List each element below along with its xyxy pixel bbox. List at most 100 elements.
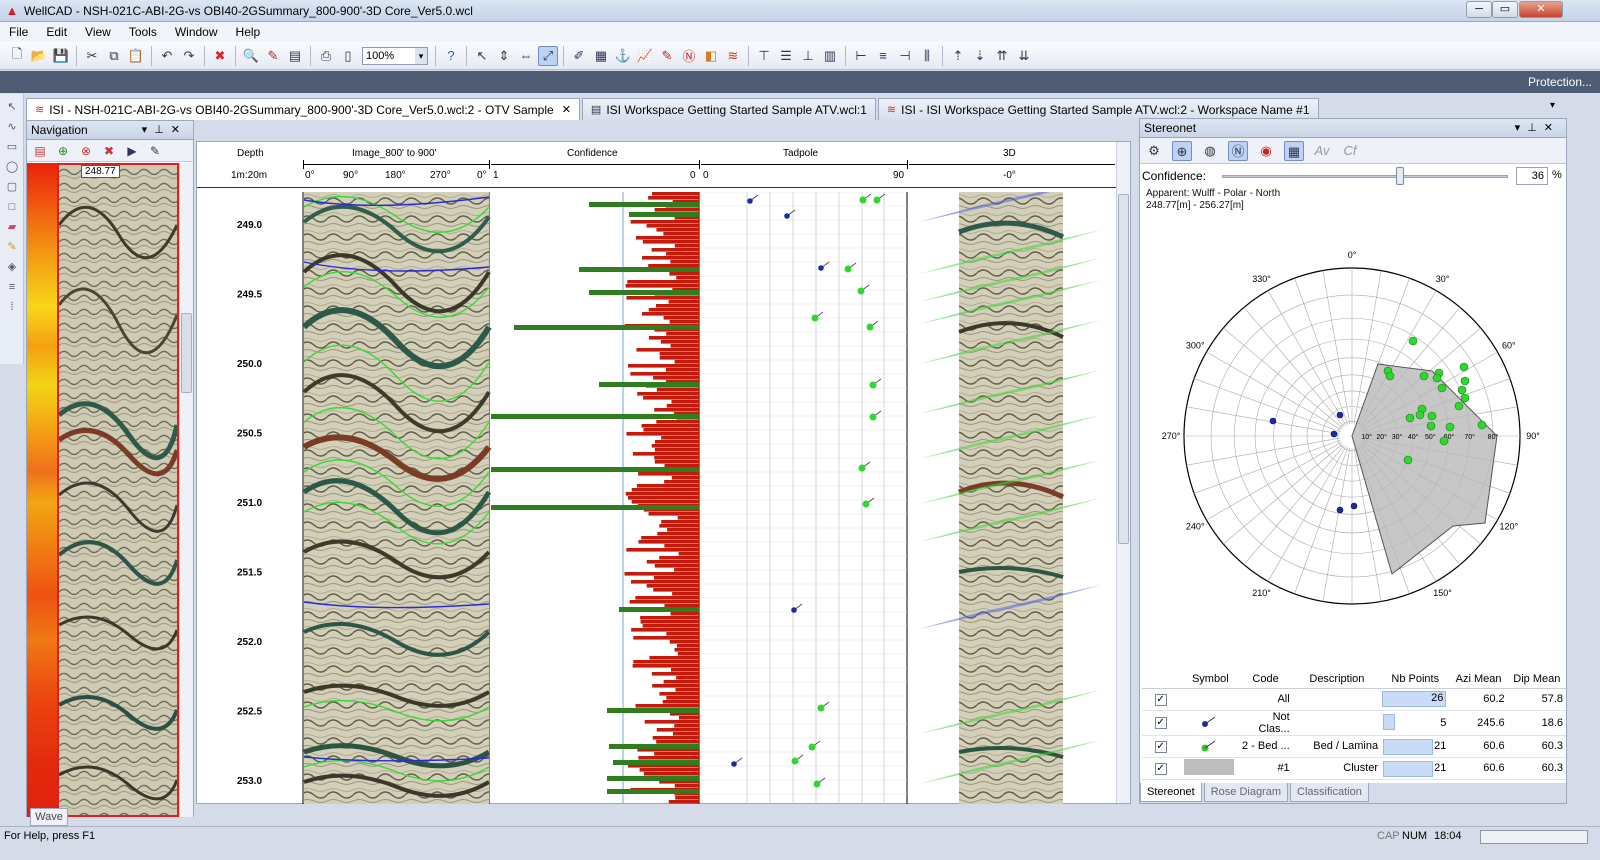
tab-workspace-name[interactable]: ≋ ISI - ISI Workspace Getting Started Sa…	[877, 98, 1319, 120]
vertical-move-icon[interactable]: ⇕	[494, 46, 514, 66]
col-nb-points[interactable]: Nb Points	[1381, 670, 1450, 689]
pole-point[interactable]	[1385, 371, 1395, 381]
help-icon[interactable]: ?	[441, 46, 461, 66]
move-up-icon[interactable]: ⇡	[948, 46, 968, 66]
layers-icon[interactable]: ◧	[701, 46, 721, 66]
cut-icon[interactable]: ✂	[82, 46, 102, 66]
undo-icon[interactable]: ↶	[157, 46, 177, 66]
wave-tab[interactable]: Wave	[30, 808, 68, 826]
open-icon[interactable]: 📂	[29, 46, 49, 66]
settings-icon[interactable]: ⚙	[1144, 141, 1164, 161]
col-dip-mean[interactable]: Dip Mean	[1507, 670, 1566, 689]
grid-tool-icon[interactable]: ⁞	[4, 300, 20, 314]
panel-controls[interactable]: ▾⊥✕	[142, 123, 187, 136]
copy-icon[interactable]: ⧉	[104, 46, 124, 66]
pole-point[interactable]	[1426, 421, 1436, 431]
confidence-slider[interactable]	[1222, 175, 1508, 178]
cluster-polygon[interactable]	[1351, 363, 1498, 575]
delete-icon[interactable]: ✖	[210, 46, 230, 66]
stats-icon[interactable]: ▦	[1284, 140, 1304, 161]
globe-icon[interactable]: ◍	[1200, 141, 1220, 161]
pole-point[interactable]	[1437, 383, 1447, 393]
tadpole-point[interactable]	[862, 500, 870, 508]
bring-front-icon[interactable]: ⇈	[992, 46, 1012, 66]
save-icon[interactable]: 💾	[51, 46, 71, 66]
confidence-input[interactable]: 36	[1516, 167, 1548, 185]
scroll-thumb[interactable]	[1118, 194, 1129, 544]
menu-view[interactable]: View	[76, 25, 120, 39]
col-azi-mean[interactable]: Azi Mean	[1449, 670, 1508, 689]
confidence-track[interactable]	[491, 192, 699, 804]
scroll-thumb[interactable]	[181, 313, 192, 393]
stamp-tool-icon[interactable]: ◈	[4, 260, 20, 274]
nav-add-icon[interactable]: ⊕	[54, 143, 72, 159]
align-bottom-icon[interactable]: ⊥	[798, 46, 818, 66]
tadpole-point[interactable]	[818, 265, 824, 271]
menu-file[interactable]: File	[0, 25, 37, 39]
horizontal-move-icon[interactable]: ⇔	[516, 46, 536, 66]
confidence-filter-icon[interactable]: Cf	[1340, 141, 1360, 161]
select-pointer-icon[interactable]: ↖	[472, 46, 492, 66]
eraser-tool-icon[interactable]: ▰	[4, 220, 20, 234]
stereonet-plot[interactable]: 0°30°60°90°120°150°180°210°240°270°300°3…	[1140, 239, 1566, 609]
threed-header[interactable]: 3D	[1003, 148, 1016, 159]
tadpole-point[interactable]	[731, 761, 737, 767]
nav-frame-icon[interactable]: ▤	[31, 143, 49, 159]
confidence-header[interactable]: Confidence	[567, 148, 618, 159]
north-icon[interactable]: Ⓝ	[1228, 140, 1248, 161]
menu-help[interactable]: Help	[227, 25, 270, 39]
tadpole-point[interactable]	[784, 213, 790, 219]
azi-value-icon[interactable]: Av	[1312, 141, 1332, 161]
image-header[interactable]: Image_800' to 900'	[352, 148, 436, 159]
pole-point[interactable]	[1445, 422, 1455, 432]
pole-point[interactable]	[1415, 410, 1425, 420]
tadpole-point[interactable]	[791, 757, 799, 765]
tab-list-chevron-icon[interactable]: ▾	[1550, 100, 1555, 111]
col-symbol[interactable]: Symbol	[1182, 670, 1239, 689]
tab-rose-diagram[interactable]: Rose Diagram	[1203, 783, 1289, 802]
anchor-icon[interactable]: ⚓	[613, 46, 633, 66]
align-right-icon[interactable]: ⊣	[895, 46, 915, 66]
tadpole-point[interactable]	[869, 381, 877, 389]
pole-point[interactable]	[1336, 411, 1344, 419]
align-middle-icon[interactable]: ☰	[776, 46, 796, 66]
col-description[interactable]: Description	[1292, 670, 1382, 689]
distribute-icon[interactable]: ⫼	[917, 46, 937, 66]
align-left-icon[interactable]: ⊢	[851, 46, 871, 66]
tadpole-track[interactable]	[701, 192, 907, 804]
confidence-slider-thumb[interactable]	[1396, 167, 1404, 185]
threed-track[interactable]	[919, 192, 1101, 804]
nav-delete-icon[interactable]: ✖	[100, 143, 118, 159]
rounded-rect-tool-icon[interactable]: ▢	[4, 180, 20, 194]
navigation-view[interactable]: 248.77	[27, 163, 193, 817]
menu-window[interactable]: Window	[166, 25, 227, 39]
tadpole-header[interactable]: Tadpole	[783, 148, 818, 159]
pole-point[interactable]	[1336, 506, 1344, 514]
pole-point[interactable]	[1459, 362, 1469, 372]
pole-point[interactable]	[1439, 436, 1449, 446]
redo-icon[interactable]: ↷	[179, 46, 199, 66]
tadpole-point[interactable]	[747, 198, 753, 204]
tadpole-point[interactable]	[858, 464, 866, 472]
pole-point[interactable]	[1454, 401, 1464, 411]
north-tool-icon[interactable]: Ⓝ	[679, 46, 699, 66]
pole-point[interactable]	[1419, 371, 1429, 381]
tadpole-point[interactable]	[873, 196, 881, 204]
navigation-scrollbar[interactable]	[179, 163, 193, 817]
close-tab-icon[interactable]: ✕	[562, 103, 571, 116]
tadpole-point[interactable]	[859, 196, 867, 204]
maximize-button[interactable]: ▭	[1492, 1, 1518, 18]
equal-width-icon[interactable]: ▥	[820, 46, 840, 66]
table-row[interactable]: ✓ #1 Cluster 21 60.6 60.3	[1142, 757, 1566, 780]
close-button[interactable]: ✕	[1519, 1, 1563, 18]
log-tracks[interactable]: 249.0 249.5 250.0 250.5 251.0 251.5 252.0 252.5…	[197, 192, 1117, 804]
chart-icon[interactable]: 📈	[635, 46, 655, 66]
pointer-tool-icon[interactable]: ↖	[4, 100, 20, 114]
tab-atv-sample-1[interactable]: ▤ ISI Workspace Getting Started Sample A…	[581, 98, 876, 120]
nav-edit-icon[interactable]: ✎	[146, 143, 164, 159]
tab-stereonet[interactable]: Stereonet	[1140, 783, 1202, 802]
table-row[interactable]: ✓ Not Clas... 5 245.6 18.6	[1142, 710, 1566, 736]
print-icon[interactable]: ⎙	[316, 46, 336, 66]
table-row[interactable]: ✓ 2 - Bed ... Bed / Lamina 21 60.6 60.3	[1142, 735, 1566, 758]
align-center-icon[interactable]: ≡	[873, 46, 893, 66]
